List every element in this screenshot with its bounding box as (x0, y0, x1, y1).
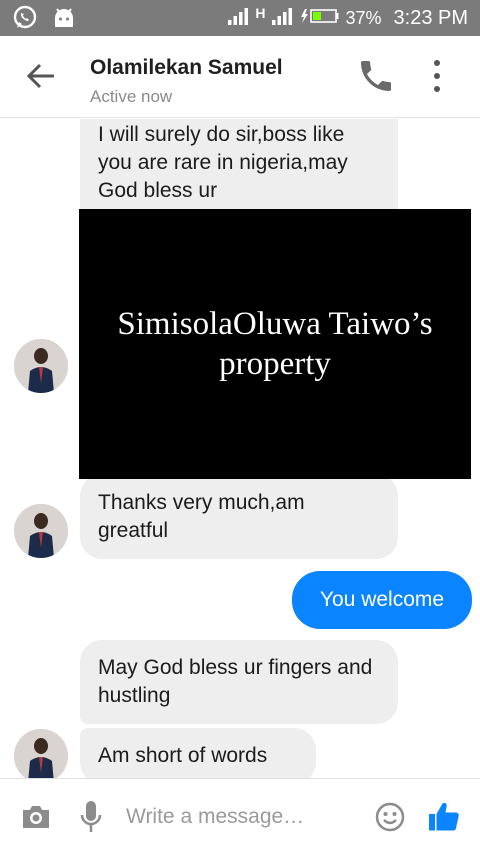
signal-icon (227, 6, 249, 31)
android-icon (52, 7, 76, 34)
avatar[interactable] (14, 339, 68, 393)
message-text: I will surely do sir,boss like you are r… (98, 123, 348, 202)
watermark-text: SimisolaOluwa Taiwo’s property (117, 306, 433, 382)
emoji-icon[interactable] (374, 801, 406, 833)
thumbs-up-icon[interactable] (426, 799, 462, 835)
avatar[interactable] (14, 729, 68, 778)
signal-icon (271, 6, 293, 31)
battery-level: 37% (345, 7, 382, 28)
camera-icon[interactable] (20, 803, 52, 831)
avatar[interactable] (14, 504, 68, 558)
more-vertical-icon[interactable] (424, 54, 450, 98)
clock: 3:23 PM (393, 6, 468, 29)
network-type: H (255, 5, 266, 21)
message-text: Am short of words (98, 744, 268, 767)
back-arrow-icon[interactable] (22, 56, 62, 96)
message-text: You welcome (319, 588, 445, 611)
incoming-message[interactable]: May God bless ur fingers and hustling (80, 640, 398, 724)
status-bar: H 37% 3:23 PM (0, 0, 480, 36)
mic-icon[interactable] (78, 799, 104, 835)
watermark-overlay: SimisolaOluwa Taiwo’s property (79, 209, 471, 479)
message-composer (0, 778, 480, 854)
presence-status: Active now (90, 87, 173, 106)
contact-name[interactable]: Olamilekan Samuel (90, 56, 283, 80)
incoming-message[interactable]: Thanks very much,am greatful (80, 474, 398, 559)
message-text: May God bless ur fingers and hustling (98, 656, 373, 707)
conversation-header: Olamilekan Samuel Active now (0, 36, 480, 118)
whatsapp-icon (12, 5, 38, 36)
battery-charging-icon (299, 7, 339, 30)
message-text: Thanks very much,am greatful (98, 491, 305, 542)
message-input[interactable] (126, 801, 354, 833)
phone-icon[interactable] (356, 56, 396, 96)
outgoing-message[interactable]: You welcome (292, 571, 472, 629)
incoming-message[interactable]: Am short of words (80, 728, 316, 778)
